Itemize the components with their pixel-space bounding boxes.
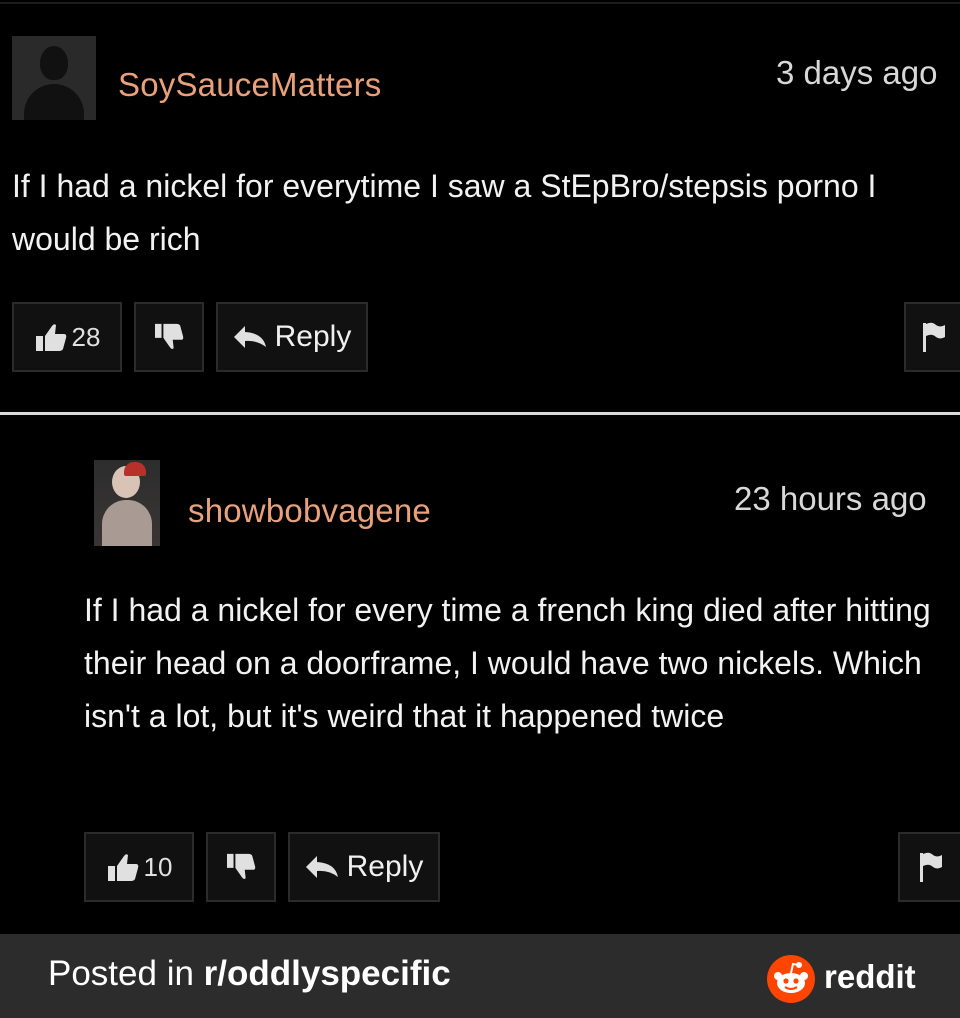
comment-username[interactable]: showbobvagene <box>188 492 431 530</box>
reply-button[interactable]: Reply <box>288 832 440 902</box>
reply-label: Reply <box>274 320 352 353</box>
avatar[interactable] <box>12 36 96 120</box>
reply-button[interactable]: Reply <box>216 302 368 372</box>
downvote-button[interactable] <box>134 302 204 372</box>
reply-arrow-icon <box>305 856 338 878</box>
comment-username[interactable]: SoySauceMatters <box>118 66 381 104</box>
avatar-head-shape <box>40 46 68 80</box>
comment-1: SoySauceMatters 3 days ago If I had a ni… <box>0 0 960 410</box>
reddit-logo-icon <box>767 955 815 1003</box>
thumbs-down-icon <box>227 853 256 879</box>
comment-timestamp: 23 hours ago <box>734 480 927 517</box>
upvote-button[interactable]: 28 <box>12 302 122 372</box>
subreddit-link[interactable]: r/oddlyspecific <box>204 954 451 993</box>
comment-divider <box>0 412 960 415</box>
posted-in-label: Posted in r/oddlyspecific <box>48 954 451 994</box>
upvote-count: 10 <box>143 851 173 882</box>
comment-body: If I had a nickel for everytime I saw a … <box>12 168 877 257</box>
downvote-button[interactable] <box>206 832 276 902</box>
reddit-footer-bar: Posted in r/oddlyspecific reddit <box>0 934 960 1018</box>
posted-prefix: Posted in <box>48 954 204 993</box>
upvote-count: 28 <box>71 321 101 352</box>
reply-arrow-icon <box>233 326 266 348</box>
flag-button[interactable] <box>904 302 960 372</box>
flag-icon <box>923 322 945 352</box>
thumbs-down-icon <box>155 323 184 349</box>
thumbs-up-icon <box>35 324 66 351</box>
reply-label: Reply <box>346 850 424 883</box>
santa-hat-shape <box>124 462 146 476</box>
avatar-body-shape <box>102 500 152 546</box>
avatar[interactable] <box>94 460 160 546</box>
reddit-wordmark: reddit <box>824 958 916 995</box>
comment-2: showbobvagene 23 hours ago If I had a ni… <box>0 420 960 932</box>
flag-icon <box>920 852 942 882</box>
flag-button[interactable] <box>898 832 960 902</box>
thumbs-up-icon <box>107 854 138 881</box>
comment-body: If I had a nickel for every time a frenc… <box>84 592 931 734</box>
comment-timestamp: 3 days ago <box>776 54 938 91</box>
upvote-button[interactable]: 10 <box>84 832 194 902</box>
avatar-body-shape <box>24 84 84 120</box>
